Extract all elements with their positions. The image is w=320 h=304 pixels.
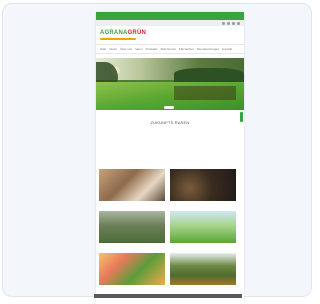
tile-image[interactable] — [99, 211, 165, 243]
facebook-icon[interactable] — [222, 21, 225, 25]
tile-image[interactable] — [99, 169, 165, 201]
nav-item-about[interactable]: Über uns — [120, 47, 132, 51]
intro-title: ZUKUNFTS RASEN — [150, 120, 190, 125]
tile-image[interactable] — [99, 253, 165, 285]
site-header: AGRANAGRÜN — [96, 26, 244, 44]
preview-card[interactable]: AGRANAGRÜN Start News Über uns Ideen Pro… — [2, 3, 312, 304]
top-banner — [96, 12, 244, 20]
intro-text — [102, 133, 238, 142]
nav-item-products[interactable]: Produkte — [146, 47, 158, 51]
logo-swoosh — [100, 38, 136, 40]
main-navigation: Start News Über uns Ideen Produkte Refer… — [96, 44, 244, 54]
site-footer — [94, 294, 242, 298]
grid-tile[interactable] — [170, 249, 236, 285]
nav-item-join[interactable]: Mitmachen — [179, 47, 194, 51]
side-tab[interactable] — [240, 112, 243, 122]
grid-tile[interactable] — [99, 249, 165, 285]
nav-item-ideas[interactable]: Ideen — [135, 47, 143, 51]
grid-tile[interactable] — [99, 165, 165, 201]
slider-indicator[interactable] — [164, 106, 174, 109]
search-icon[interactable] — [232, 21, 235, 25]
tile-image[interactable] — [170, 169, 236, 201]
tile-image[interactable] — [170, 253, 236, 285]
hero-caption[interactable] — [174, 86, 236, 100]
nav-item-services[interactable]: Dienstleistungen — [197, 47, 219, 51]
nav-item-contact[interactable]: Kontakt — [222, 47, 232, 51]
grid-tile[interactable] — [170, 165, 236, 201]
language-icon[interactable] — [237, 21, 240, 25]
nav-item-start[interactable]: Start — [100, 47, 106, 51]
grid-tile[interactable] — [99, 207, 165, 243]
nav-item-news[interactable]: News — [109, 47, 117, 51]
site-logo[interactable]: AGRANAGRÜN — [100, 30, 146, 36]
intro-section: ZUKUNFTS RASEN — [96, 110, 244, 142]
grid-tile[interactable] — [170, 207, 236, 243]
nav-item-references[interactable]: Referenzen — [161, 47, 177, 51]
logo-accent: GRÜN — [127, 30, 147, 36]
hero-image — [96, 58, 244, 110]
mail-icon[interactable] — [227, 21, 230, 25]
logo-main: AGRANA — [100, 30, 128, 36]
hero-treeline — [174, 68, 244, 82]
tile-image[interactable] — [170, 211, 236, 243]
